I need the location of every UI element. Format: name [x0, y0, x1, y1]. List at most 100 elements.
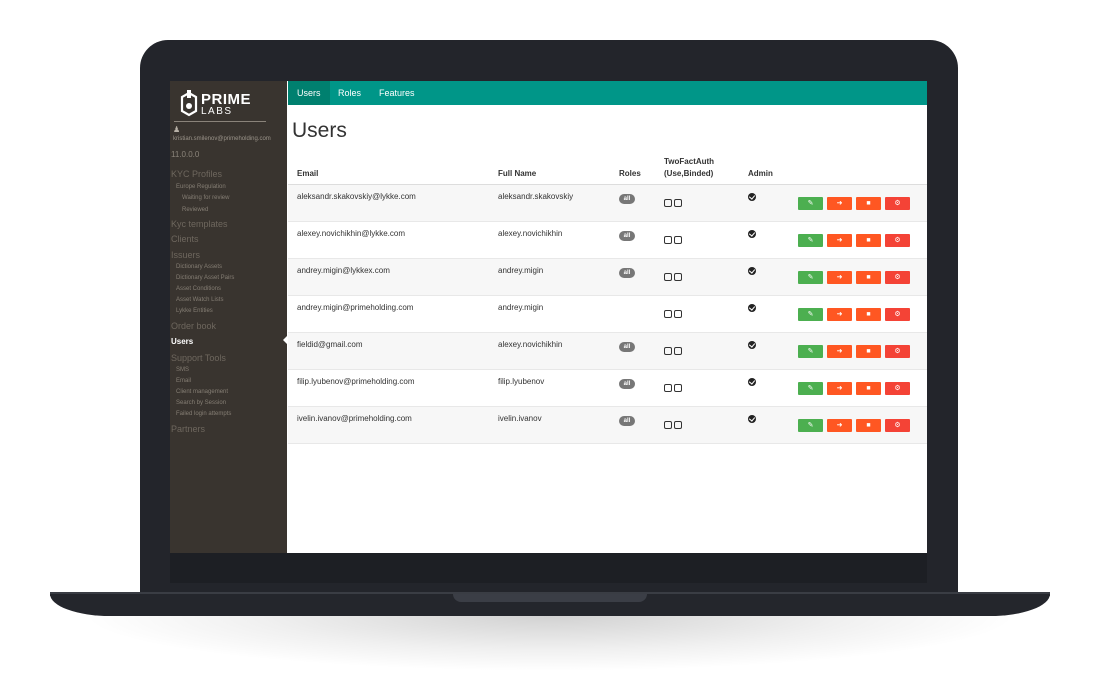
- sidebar-item-partners[interactable]: Partners: [171, 424, 205, 434]
- tab-roles[interactable]: Roles: [329, 81, 370, 105]
- delete-user-button[interactable]: ⚙: [885, 308, 910, 321]
- stop-icon: ■: [866, 200, 871, 207]
- logout-icon: ➜: [836, 311, 843, 318]
- logout-user-button[interactable]: ➜: [827, 382, 852, 395]
- sidebar-item-lykke-entities[interactable]: Lykke Entities: [176, 308, 213, 314]
- logout-user-button[interactable]: ➜: [827, 419, 852, 432]
- block-user-button[interactable]: ■: [856, 197, 881, 210]
- laptop-bezel: [170, 553, 927, 583]
- sidebar-item-waiting-for-review[interactable]: Waiting for review: [182, 195, 229, 201]
- table-row: fieldid@gmail.com alexey.novichikhin all ✎ ➜…: [288, 333, 927, 370]
- sidebar-item-europe-regulation[interactable]: Europe Regulation: [176, 184, 226, 190]
- gear-icon: ⚙: [894, 385, 901, 392]
- delete-user-button[interactable]: ⚙: [885, 197, 910, 210]
- sidebar-item-failed-login-attempts[interactable]: Failed login attempts: [176, 411, 231, 417]
- tfa-binded-checkbox-icon: [674, 347, 682, 355]
- sidebar-item-issuers[interactable]: Issuers: [171, 250, 200, 260]
- edit-user-button[interactable]: ✎: [798, 197, 823, 210]
- edit-user-button[interactable]: ✎: [798, 382, 823, 395]
- admin-check-icon: [748, 230, 756, 238]
- top-nav: Users Roles Features: [288, 81, 927, 105]
- tab-users[interactable]: Users: [288, 81, 330, 105]
- stop-icon: ■: [866, 311, 871, 318]
- two-fact-auth-checkboxes: [664, 305, 684, 323]
- column-header-email: Email: [297, 169, 319, 178]
- pencil-icon: ✎: [807, 237, 814, 244]
- full-name-cell: alexey.novichikhin: [498, 340, 563, 349]
- edit-user-button[interactable]: ✎: [798, 234, 823, 247]
- sidebar-item-search-by-session[interactable]: Search by Session: [176, 400, 226, 406]
- sidebar-item-email[interactable]: Email: [176, 378, 191, 384]
- stop-icon: ■: [866, 237, 871, 244]
- full-name-cell: alexey.novichikhin: [498, 229, 563, 238]
- logout-user-button[interactable]: ➜: [827, 271, 852, 284]
- logo-sub-text: LABS: [201, 106, 233, 117]
- sidebar-item-kyc-templates[interactable]: Kyc templates: [171, 219, 228, 229]
- edit-user-button[interactable]: ✎: [798, 271, 823, 284]
- email-cell: andrey.migin@primeholding.com: [297, 303, 414, 312]
- two-fact-auth-checkboxes: [664, 231, 684, 249]
- sidebar-item-asset-conditions[interactable]: Asset Conditions: [176, 286, 221, 292]
- logo-divider: [174, 121, 266, 122]
- block-user-button[interactable]: ■: [856, 234, 881, 247]
- sidebar-item-support-tools[interactable]: Support Tools: [171, 353, 226, 363]
- full-name-cell: ivelin.ivanov: [498, 414, 542, 423]
- sidebar-item-reviewed[interactable]: Reviewed: [182, 207, 208, 213]
- admin-check-icon: [748, 415, 756, 423]
- logout-user-button[interactable]: ➜: [827, 234, 852, 247]
- delete-user-button[interactable]: ⚙: [885, 382, 910, 395]
- sidebar-item-order-book[interactable]: Order book: [171, 321, 216, 331]
- user-email[interactable]: kristian.smilenov@primeholding.com: [173, 136, 271, 142]
- sidebar-item-client-management[interactable]: Client management: [176, 389, 228, 395]
- email-cell: filip.lyubenov@primeholding.com: [297, 377, 415, 386]
- sidebar-item-dictionary-asset-pairs[interactable]: Dictionary Asset Pairs: [176, 275, 234, 281]
- full-name-cell: aleksandr.skakovskiy: [498, 192, 574, 201]
- block-user-button[interactable]: ■: [856, 382, 881, 395]
- delete-user-button[interactable]: ⚙: [885, 271, 910, 284]
- block-user-button[interactable]: ■: [856, 308, 881, 321]
- edit-user-button[interactable]: ✎: [798, 419, 823, 432]
- tab-features[interactable]: Features: [370, 81, 424, 105]
- full-name-cell: andrey.migin: [498, 266, 544, 275]
- logout-user-button[interactable]: ➜: [827, 197, 852, 210]
- prime-labs-logo[interactable]: PRIME LABS: [178, 89, 264, 121]
- edit-user-button[interactable]: ✎: [798, 345, 823, 358]
- pencil-icon: ✎: [807, 348, 814, 355]
- admin-check-icon: [748, 341, 756, 349]
- tfa-binded-checkbox-icon: [674, 273, 682, 281]
- pencil-icon: ✎: [807, 200, 814, 207]
- block-user-button[interactable]: ■: [856, 345, 881, 358]
- delete-user-button[interactable]: ⚙: [885, 345, 910, 358]
- tfa-use-checkbox-icon: [664, 199, 672, 207]
- delete-user-button[interactable]: ⚙: [885, 234, 910, 247]
- role-badge: all: [619, 194, 635, 204]
- pencil-icon: ✎: [807, 274, 814, 281]
- sidebar-item-asset-watch-lists[interactable]: Asset Watch Lists: [176, 297, 223, 303]
- pencil-icon: ✎: [807, 385, 814, 392]
- gear-icon: ⚙: [894, 200, 901, 207]
- sidebar-item-dictionary-assets[interactable]: Dictionary Assets: [176, 264, 222, 270]
- sidebar-item-kyc-profiles[interactable]: KYC Profiles: [171, 169, 222, 179]
- table-row: aleksandr.skakovskiy@lykke.com aleksandr.…: [288, 185, 927, 222]
- sidebar-item-users[interactable]: Users: [171, 337, 193, 346]
- tfa-binded-checkbox-icon: [674, 421, 682, 429]
- tfa-binded-checkbox-icon: [674, 199, 682, 207]
- delete-user-button[interactable]: ⚙: [885, 419, 910, 432]
- page-title: Users: [292, 119, 347, 142]
- logout-user-button[interactable]: ➜: [827, 345, 852, 358]
- sidebar-item-sms[interactable]: SMS: [176, 367, 189, 373]
- table-row: ivelin.ivanov@primeholding.com ivelin.iva…: [288, 407, 927, 444]
- block-user-button[interactable]: ■: [856, 271, 881, 284]
- logout-icon: ➜: [836, 385, 843, 392]
- email-cell: ivelin.ivanov@primeholding.com: [297, 414, 412, 423]
- email-cell: andrey.migin@lykkex.com: [297, 266, 390, 275]
- column-header-full-name: Full Name: [498, 169, 537, 178]
- logout-icon: ➜: [836, 237, 843, 244]
- tfa-binded-checkbox-icon: [674, 384, 682, 392]
- logout-user-button[interactable]: ➜: [827, 308, 852, 321]
- edit-user-button[interactable]: ✎: [798, 308, 823, 321]
- block-user-button[interactable]: ■: [856, 419, 881, 432]
- full-name-cell: filip.lyubenov: [498, 377, 545, 386]
- sidebar-item-clients[interactable]: Clients: [171, 234, 199, 244]
- role-badge: all: [619, 379, 635, 389]
